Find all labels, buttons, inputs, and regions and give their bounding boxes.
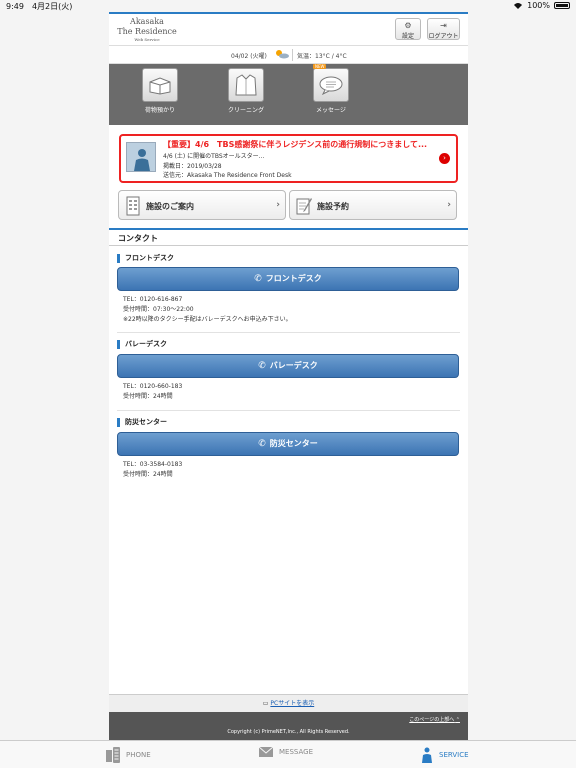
page-content: Akasaka The Residence Web Service ⚙ 設定 ⇥… <box>109 12 468 742</box>
phone-icon: ✆ <box>258 361 266 371</box>
settings-button[interactable]: ⚙ 設定 <box>395 18 421 40</box>
notice-posted-date: 掲載日：2019/03/28 <box>163 163 222 170</box>
bottom-tab-bar: PHONE MESSAGE SERVICE <box>0 740 576 768</box>
concierge-icon <box>422 747 432 763</box>
call-valet-desk-button[interactable]: ✆ バレーデスク <box>117 354 459 378</box>
shirt-icon <box>235 74 257 96</box>
notice-title: 【重要】4/6 TBS感謝祭に伴うレジデンス前の通行規制につきまして... <box>163 140 428 149</box>
front-desk-info: TEL：0120-616-867 受付時間：07:30〜22:00 ※22時以降… <box>123 296 292 323</box>
status-bar: 9:49 4月2日(火) 100% <box>0 0 576 12</box>
status-right: 100% <box>513 1 570 10</box>
chevron-right-icon: › <box>447 200 451 210</box>
phone-icon <box>106 747 120 763</box>
call-disaster-center-button[interactable]: ✆ 防災センター <box>117 432 459 456</box>
battery-icon <box>554 2 570 9</box>
section-divider <box>117 332 460 333</box>
contact-heading-valet-desk: バレーデスク <box>117 340 167 349</box>
call-front-desk-button[interactable]: ✆ フロントデスク <box>117 267 459 291</box>
notepad-pen-icon <box>296 198 312 215</box>
menu-message[interactable]: NEW メッセージ <box>306 64 356 114</box>
double-chevron-up-icon: ⌃ <box>455 717 460 723</box>
pc-site-link[interactable]: PCサイトを表示 <box>270 700 314 707</box>
phone-icon: ✆ <box>254 274 262 284</box>
message-icon <box>319 76 343 95</box>
chevron-right-icon: › <box>276 200 280 210</box>
envelope-icon <box>259 747 273 757</box>
contact-heading-disaster-center: 防災センター <box>117 418 167 427</box>
page-top-link[interactable]: このページの上部へ ⌃ <box>409 716 460 723</box>
gear-icon: ⚙ <box>404 21 412 30</box>
logout-icon: ⇥ <box>440 21 447 30</box>
contact-heading-front-desk: フロントデスク <box>117 254 174 263</box>
service-menu: 荷物預かり クリーニング NEW メッセージ <box>109 64 468 125</box>
tab-service[interactable]: SERVICE <box>421 747 469 763</box>
temperature: 気温：13°C / 4°C <box>297 53 347 60</box>
facility-guide-button[interactable]: 施設のご案内 › <box>118 190 286 220</box>
status-time: 9:49 4月2日(火) <box>6 2 73 11</box>
wifi-icon <box>514 3 523 9</box>
info-bar: 04/02 (火曜) 気温：13°C / 4°C <box>109 46 468 64</box>
monitor-icon: ▭ <box>262 700 269 707</box>
site-header: Akasaka The Residence Web Service ⚙ 設定 ⇥… <box>109 14 468 46</box>
weather-sun-cloud-icon <box>276 50 289 59</box>
facility-booking-button[interactable]: 施設予約 › <box>289 190 457 220</box>
site-logo[interactable]: Akasaka The Residence Web Service <box>117 17 177 43</box>
notice-sender: 送信元：Akasaka The Residence Front Desk <box>163 172 292 179</box>
tab-phone[interactable]: PHONE <box>106 747 151 763</box>
menu-luggage[interactable]: 荷物預かり <box>135 68 185 114</box>
notice-thumbnail <box>126 142 156 172</box>
tab-message[interactable]: MESSAGE <box>259 747 313 757</box>
contact-section-title: コンタクト <box>109 228 468 246</box>
site-footer: このページの上部へ ⌃ Copyright (c) PrimeNET,Inc.,… <box>109 712 468 742</box>
logout-button[interactable]: ⇥ ログアウト <box>427 18 460 40</box>
disaster-center-info: TEL：03-3584-0183 受付時間：24時間 <box>123 461 183 478</box>
info-divider <box>292 49 293 61</box>
battery-percent: 100% <box>527 1 550 10</box>
concierge-person-icon <box>134 149 150 171</box>
copyright: Copyright (c) PrimeNET,Inc., All Rights … <box>227 729 350 735</box>
new-badge: NEW <box>313 64 327 69</box>
phone-icon: ✆ <box>258 439 266 449</box>
valet-desk-info: TEL：0120-660-183 受付時間：24時間 <box>123 383 183 400</box>
chevron-right-icon: › <box>439 153 450 164</box>
menu-cleaning[interactable]: クリーニング <box>221 68 271 114</box>
box-icon <box>149 77 171 95</box>
notice-subtitle: 4/6 (土) に開催のTBSオールスター... <box>163 153 265 160</box>
pc-site-bar: ▭ PCサイトを表示 <box>109 694 468 712</box>
today-date: 04/02 (火曜) <box>231 53 267 60</box>
section-divider <box>117 410 460 411</box>
important-notice[interactable]: 【重要】4/6 TBS感謝祭に伴うレジデンス前の通行規制につきまして... 4/… <box>119 134 458 183</box>
building-icon <box>126 196 140 216</box>
